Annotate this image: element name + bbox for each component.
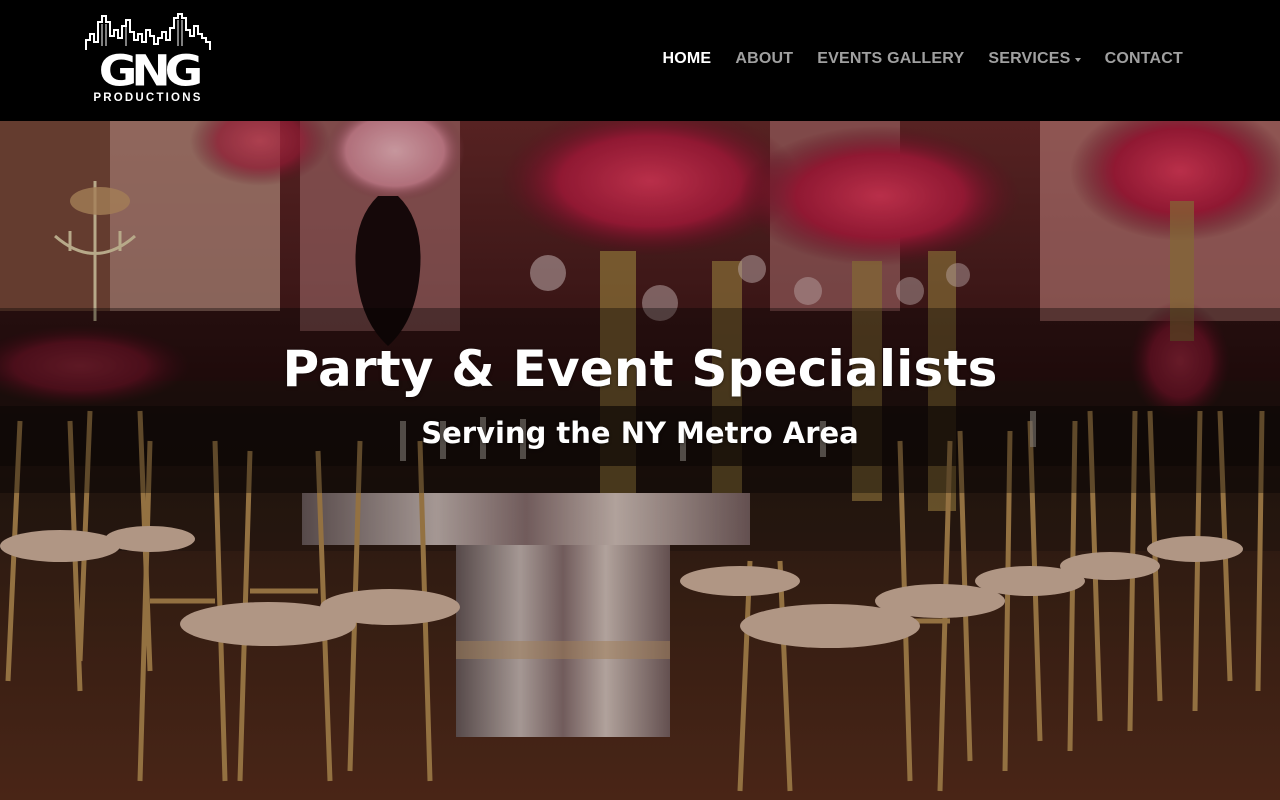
logo-wordmark: GNG xyxy=(98,46,204,97)
gng-productions-logo[interactable]: GNG PRODUCTIONS xyxy=(84,12,212,108)
nav-services-label: SERVICES xyxy=(988,50,1071,67)
logo-subtext: PRODUCTIONS xyxy=(93,92,203,104)
main-nav: HOME ABOUT EVENTS GALLERY SERVICES CONTA… xyxy=(663,50,1184,68)
hero-banner: Party & Event Specialists Serving the NY… xyxy=(0,121,1280,800)
nav-home[interactable]: HOME xyxy=(663,50,712,68)
hero-title: Party & Event Specialists xyxy=(282,340,998,398)
nav-events-gallery[interactable]: EVENTS GALLERY xyxy=(817,50,964,68)
nav-about[interactable]: ABOUT xyxy=(735,50,793,68)
chevron-down-icon xyxy=(1074,57,1081,62)
top-navbar: GNG PRODUCTIONS HOME ABOUT EVENTS GALLER… xyxy=(0,0,1280,121)
nav-services[interactable]: SERVICES xyxy=(988,50,1081,68)
hero-subtitle: Serving the NY Metro Area xyxy=(421,416,859,450)
nav-contact[interactable]: CONTACT xyxy=(1105,50,1183,68)
caption-band xyxy=(0,308,1280,493)
